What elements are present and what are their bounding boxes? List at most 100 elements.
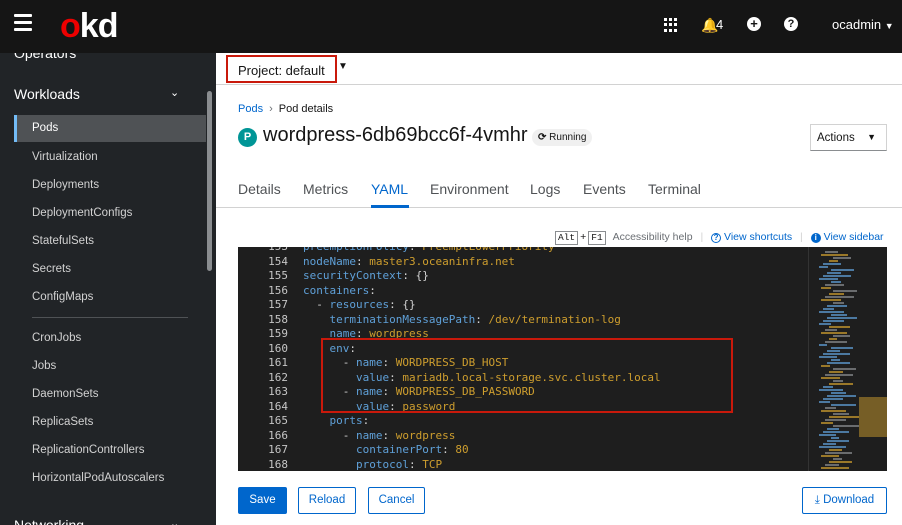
line-number: 155	[268, 269, 288, 282]
project-selector[interactable]: Project: default	[226, 55, 337, 83]
line-number: 167	[268, 443, 288, 456]
minimap-stripe	[821, 332, 847, 334]
code-line[interactable]: 155 securityContext: {}	[238, 269, 808, 284]
code-line[interactable]: 156 containers:	[238, 284, 808, 299]
sidebar-item-configmaps[interactable]: ConfigMaps	[32, 291, 93, 303]
help-icon[interactable]: ?	[784, 17, 798, 31]
minimap-stripe	[833, 458, 842, 460]
minimap-stripe	[833, 380, 843, 382]
reload-button[interactable]: Reload	[298, 487, 356, 514]
minimap-stripe	[823, 308, 834, 310]
minimap-stripe	[827, 305, 847, 307]
minimap-stripe	[833, 302, 844, 304]
sidebar-item-replicasets[interactable]: ReplicaSets	[32, 416, 93, 428]
sidebar-section-workloads[interactable]: Workloads	[14, 86, 80, 102]
code-line[interactable]: 153 preemptionPolicy: PreemptLowerPriorit…	[238, 247, 808, 255]
tab-details[interactable]: Details	[238, 181, 281, 197]
highlight-box-env	[321, 338, 733, 413]
code-text: nodeName: master3.oceaninfra.net	[303, 254, 515, 268]
sidebar-item-pods[interactable]: Pods	[14, 115, 206, 142]
tab-events[interactable]: Events	[583, 181, 626, 197]
tab-terminal[interactable]: Terminal	[648, 181, 701, 197]
cancel-button[interactable]: Cancel	[368, 487, 425, 514]
code-line[interactable]: 158 terminationMessagePath: /dev/termina…	[238, 313, 808, 328]
view-shortcuts-link[interactable]: View shortcuts	[724, 231, 792, 243]
okd-logo[interactable]: okd	[60, 6, 118, 46]
application-launcher-icon[interactable]	[664, 18, 678, 32]
minimap-stripe	[829, 371, 843, 373]
sidebar-item-cronjobs[interactable]: CronJobs	[32, 332, 81, 344]
code-line[interactable]: 166 - name: wordpress	[238, 429, 808, 444]
sidebar-item-daemonsets[interactable]: DaemonSets	[32, 388, 98, 400]
sidebar-item-virtualization[interactable]: Virtualization	[32, 151, 98, 163]
chevron-down-icon[interactable]: ⌄	[170, 517, 179, 525]
yaml-value: master3.oceaninfra.net	[369, 254, 515, 268]
tab-logs[interactable]: Logs	[530, 181, 560, 197]
minimap-stripe	[819, 323, 831, 325]
minimap-stripe	[833, 368, 856, 370]
minimap-stripe	[825, 329, 837, 331]
minimap-stripe	[825, 374, 853, 376]
code-line[interactable]: 157 - resources: {}	[238, 298, 808, 313]
minimap-stripe	[829, 461, 852, 463]
question-circle-icon[interactable]: ?	[711, 233, 722, 243]
download-button[interactable]: ⤓ Download	[802, 487, 887, 514]
sidebar-item-replicationcontrollers[interactable]: ReplicationControllers	[32, 444, 145, 456]
sidebar-item-deploymentconfigs[interactable]: DeploymentConfigs	[32, 207, 132, 219]
code-line[interactable]: 154 nodeName: master3.oceaninfra.net	[238, 255, 808, 270]
minimap-stripe	[825, 464, 839, 466]
user-menu[interactable]: ocadmin ▼	[832, 17, 894, 32]
breadcrumb-current: Pod details	[278, 103, 334, 115]
sidebar-item-secrets[interactable]: Secrets	[32, 263, 71, 275]
code-text: securityContext: {}	[303, 269, 429, 282]
hamburger-menu-icon[interactable]	[14, 14, 32, 32]
sync-icon: ⟳	[538, 132, 547, 143]
view-sidebar-link[interactable]: View sidebar	[824, 231, 884, 243]
line-number: 154	[268, 254, 288, 268]
code-line[interactable]: 167 containerPort: 80	[238, 443, 808, 458]
yaml-key: preemptionPolicy	[303, 247, 409, 253]
import-yaml-plus-icon[interactable]: +	[747, 17, 761, 31]
caret-down-icon[interactable]: ▼	[338, 61, 348, 72]
breadcrumb-pods-link[interactable]: Pods	[238, 103, 263, 115]
active-tab-indicator	[371, 205, 409, 208]
tab-metrics[interactable]: Metrics	[303, 181, 348, 197]
minimap-stripe	[827, 362, 850, 364]
tab-environment[interactable]: Environment	[430, 181, 509, 197]
minimap-stripe	[823, 398, 843, 400]
caret-down-icon: ▼	[884, 21, 894, 31]
sidebar-item-label: Pods	[32, 122, 59, 134]
user-name: ocadmin	[832, 17, 882, 32]
accessibility-help-text: Accessibility help	[612, 231, 693, 243]
yaml-key: resources	[329, 298, 390, 311]
actions-dropdown[interactable]: Actions ▼	[810, 124, 887, 151]
save-button[interactable]: Save	[238, 487, 287, 514]
line-number: 162	[268, 370, 288, 384]
minimap-stripe	[819, 311, 844, 313]
sidebar-section-networking[interactable]: Networking	[14, 517, 84, 525]
chevron-down-icon[interactable]: ⌄	[170, 86, 179, 99]
sidebar-item-jobs[interactable]: Jobs	[32, 360, 56, 372]
sidebar-section-operators[interactable]: Operators	[14, 53, 76, 61]
tab-yaml[interactable]: YAML	[371, 181, 408, 197]
line-number: 157	[268, 298, 288, 311]
code-indent: -	[303, 298, 330, 311]
sidebar-scrollbar[interactable]	[207, 91, 212, 271]
sidebar-item-deployments[interactable]: Deployments	[32, 179, 99, 191]
minimap-stripe	[821, 287, 831, 289]
minimap-stripe	[829, 326, 850, 328]
yaml-key: protocol	[355, 457, 409, 471]
sidebar-item-statefulsets[interactable]: StatefulSets	[32, 235, 94, 247]
code-line[interactable]: 165 ports:	[238, 414, 808, 429]
page-title: wordpress-6db69bcc6f-4vmhr	[263, 124, 528, 146]
notification-count[interactable]: 4	[716, 17, 723, 32]
minimap-stripe	[819, 278, 838, 280]
minimap-stripe	[821, 377, 840, 379]
editor-minimap[interactable]	[808, 247, 887, 471]
minimap-stripe	[819, 389, 843, 391]
info-circle-icon[interactable]: i	[810, 233, 821, 243]
minimap-stripe	[831, 347, 853, 349]
sidebar-item-horizontalpodautoscalers[interactable]: HorizontalPodAutoscalers	[32, 472, 164, 484]
code-line[interactable]: 168 protocol: TCP	[238, 458, 808, 472]
